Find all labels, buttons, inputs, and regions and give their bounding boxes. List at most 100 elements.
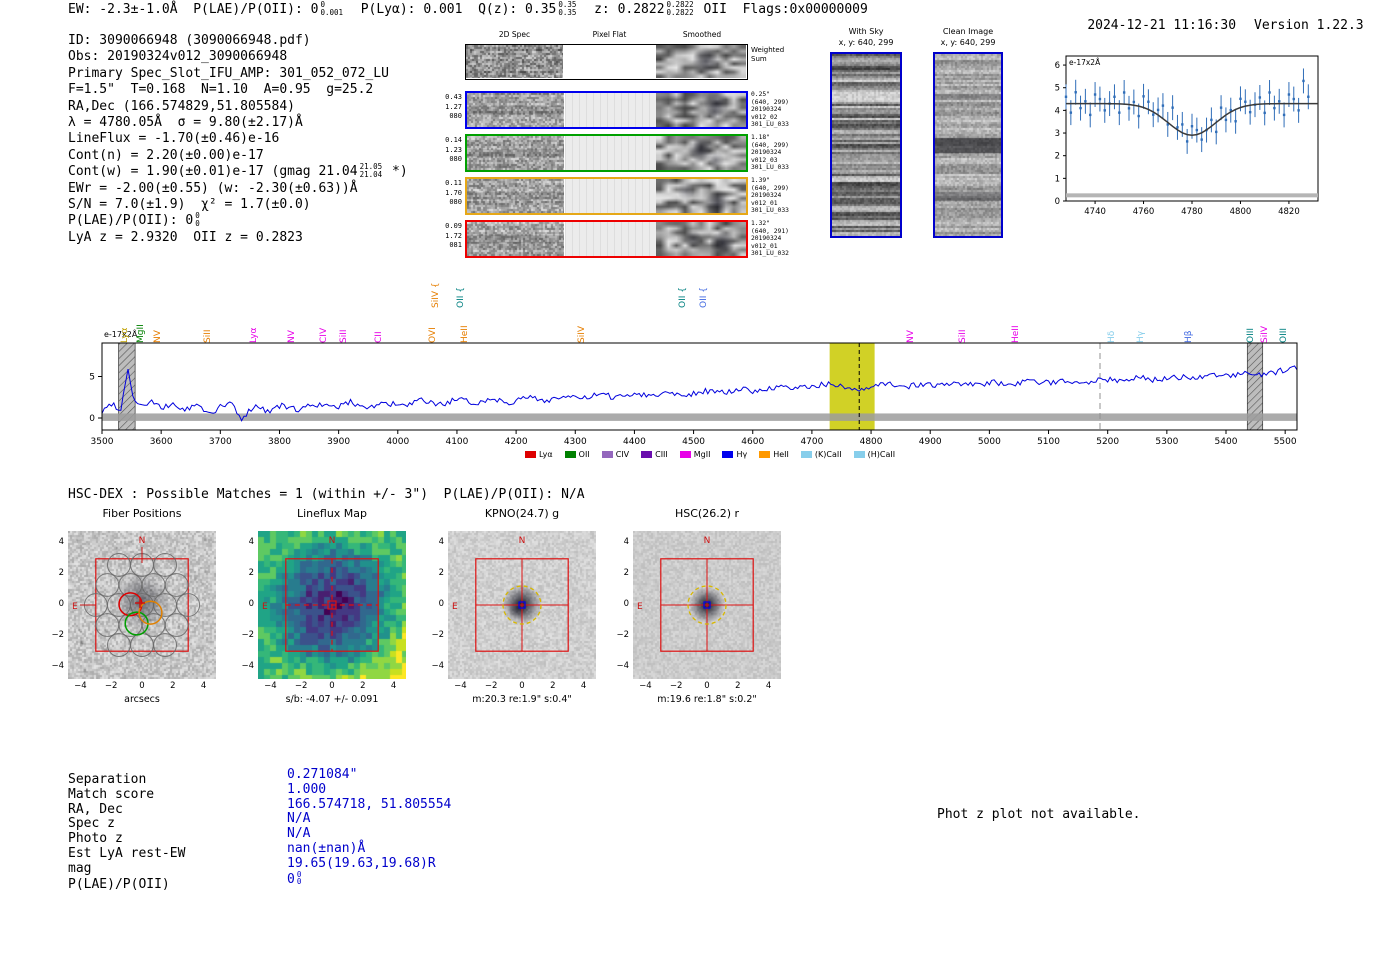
spec2d-row-smoothed-strip <box>656 93 746 127</box>
cutout-xlabel: s/b: -4.07 +/- 0.091 <box>285 694 379 705</box>
legend-item: MgII <box>679 450 710 459</box>
data-point <box>1142 95 1145 98</box>
x-tick-label: 3500 <box>91 437 114 447</box>
x-tick-label: 4820 <box>1278 207 1300 217</box>
north-label: N <box>704 536 711 546</box>
east-label: E <box>452 602 458 612</box>
cutout-x-tick-label: 2 <box>735 681 741 691</box>
emission-line-label: Lyα <box>249 327 260 343</box>
spec2d-weighted-strip <box>466 45 563 78</box>
info-line: LineFlux = -1.70(±0.46)e-16 <box>68 131 498 147</box>
info-text: *) <box>384 164 408 180</box>
spec2d-row-flat-strip <box>565 93 656 127</box>
east-label: E <box>637 602 643 612</box>
legend-swatch <box>800 450 812 458</box>
spec2d-row-left-labels: 0.09 1.72 081 <box>436 222 462 256</box>
fiber-weight-value: 1.70 <box>445 188 462 197</box>
data-point <box>1098 97 1102 101</box>
info-text: Obs: 20190324v012_3090066948 <box>68 49 288 65</box>
data-point <box>1064 95 1068 98</box>
fiber-annotation-line: 1.18" <box>751 134 770 141</box>
emission-line-label: Hβ <box>1183 330 1194 343</box>
cutout-x-tick-label: 4 <box>200 681 207 691</box>
fiber-annotation-line: 20190324 <box>751 149 782 157</box>
cutout-y-tick-label: 2 <box>438 568 444 579</box>
north-label: N <box>329 536 336 546</box>
legend-label: CIII <box>655 449 668 459</box>
range-lower: 0 <box>195 218 200 228</box>
data-point <box>1176 126 1179 129</box>
cutout-x-tick-label: 0 <box>139 681 145 691</box>
x-tick-label: 4000 <box>386 437 409 447</box>
elixer-report-page: 2024-12-21 11:16:30 Version 1.22.3 2D Spe… <box>0 0 1400 953</box>
fiber-circle <box>153 593 177 617</box>
error-band <box>102 413 1297 421</box>
fiber-annotation-line: 301_LU_033 <box>751 207 789 215</box>
data-point <box>1069 111 1073 114</box>
spec2d-fiber-row <box>465 220 748 258</box>
emission-line-label: OII { <box>677 287 688 308</box>
east-label: E <box>262 602 268 612</box>
cutout-x-tick-label: −2 <box>669 681 683 691</box>
emission-line-label: OIII <box>1245 327 1256 343</box>
y-tick-label: 5 <box>1055 84 1060 94</box>
cutout-y-tick-label: 4 <box>248 537 254 548</box>
fiber-annotation-line: (640, 291) <box>751 227 789 235</box>
info-line: EWr = -2.00(±0.55) (w: -2.30(±0.63))Å <box>68 181 498 197</box>
info-line: RA,Dec (166.574829,51.805584) <box>68 99 498 115</box>
cutout-xlabel: arcsecs <box>124 694 160 705</box>
info-text: EWr = -2.00(±0.55) (w: -2.30(±0.63))Å <box>68 180 358 196</box>
cutout-xlabel: m:20.3 re:1.9" s:0.4" <box>472 694 572 705</box>
fiber-weight-value: 0.11 <box>445 179 462 187</box>
col-title-pixel-flat: Pixel Flat <box>592 30 627 39</box>
match-value: 19.65(19.63,19.68)R <box>287 855 436 871</box>
cutout-y-tick-label: −2 <box>241 629 254 640</box>
emission-line-label: HeII <box>460 325 471 343</box>
range-lower: 21.04 <box>359 169 383 179</box>
cutout-x-tick-label: 2 <box>170 681 176 691</box>
fiber-annotation-line: 20190324 <box>751 106 782 114</box>
x-tick-label: 4600 <box>741 437 764 447</box>
cutout-overlay-1: NE <box>262 536 379 652</box>
data-point <box>1292 97 1295 101</box>
emission-line-label: CIV <box>318 327 329 343</box>
zoom-ylabel: e-17x2Å <box>1069 58 1101 67</box>
emission-line-label: SiII <box>203 329 214 343</box>
data-point <box>1152 113 1155 116</box>
weighted-sum-line2: Sum <box>751 54 767 63</box>
fiber-annotation-line: v012_01 <box>751 242 778 250</box>
cutout-y-tick-label: −2 <box>616 629 629 640</box>
fiber-weight-value: 0.43 <box>445 93 462 101</box>
info-line: P(LAE)/P(OII): 000 <box>68 212 498 229</box>
x-tick-label: 3600 <box>150 437 173 447</box>
fiber-annotation-line: 1.39" <box>751 177 770 184</box>
cutout-y-tick-label: 0 <box>58 599 64 609</box>
legend-swatch <box>601 450 613 458</box>
east-label: E <box>72 602 78 612</box>
fiber-circle <box>107 633 131 657</box>
value-range-stack: 0 0.001 <box>320 1 343 16</box>
cutout-y-tick-label: 4 <box>58 537 64 548</box>
fiber-weight-value: 080 <box>449 155 462 163</box>
north-label: N <box>139 536 146 546</box>
data-point <box>1181 123 1184 126</box>
cutout-y-tick-label: 0 <box>248 599 254 609</box>
report-version: Version 1.22.3 <box>1254 18 1364 34</box>
withsky-coords: x, y: 640, 299 <box>838 38 894 47</box>
data-point <box>1210 118 1213 122</box>
fiber-circle <box>164 613 189 637</box>
fiber-weight-value: 0.09 <box>445 222 462 230</box>
zoom-plot-svg: 0 1 2 3 4 5 6 4740 4760 4780 4800 4820 e-17x2Å <box>1055 55 1319 217</box>
info-line: ID: 3090066948 (3090066948.pdf) <box>68 33 498 49</box>
fiber-annotation-line: 20190324 <box>751 192 782 200</box>
data-point <box>1239 97 1242 101</box>
fiber-annotation-line: (640, 299) <box>751 184 789 192</box>
cutout-overlay-0: NE <box>72 536 201 657</box>
legend-swatch <box>759 450 771 458</box>
emission-line-label: NV <box>287 330 298 343</box>
clean-coords: x, y: 640, 299 <box>940 38 996 47</box>
info-text: LineFlux = -1.70(±0.46)e-16 <box>68 131 280 147</box>
data-point <box>1118 111 1121 114</box>
data-point <box>1258 96 1262 99</box>
data-point <box>1268 91 1271 94</box>
